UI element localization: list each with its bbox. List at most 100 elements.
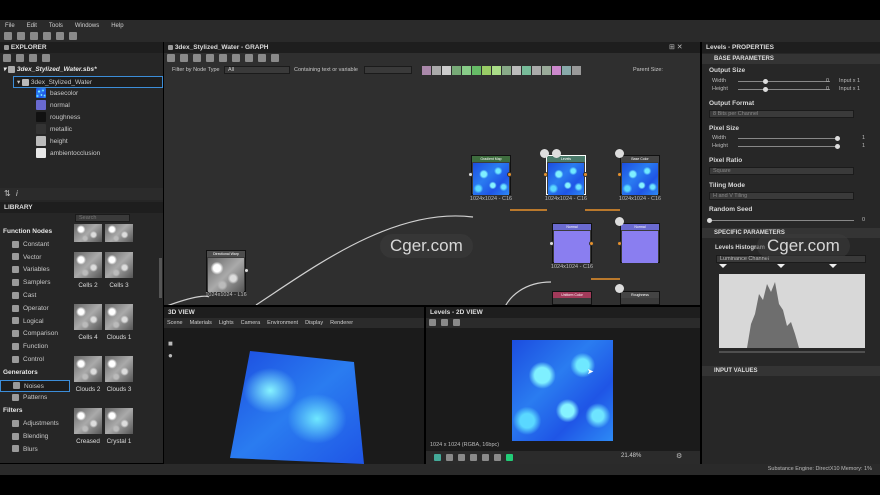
node-filter-icon[interactable] xyxy=(532,66,541,75)
library-item-blending[interactable]: Blending xyxy=(0,431,70,444)
pan-tool-icon[interactable] xyxy=(179,54,188,63)
comment-tool-icon[interactable] xyxy=(218,54,227,63)
node-filter-icon[interactable] xyxy=(512,66,521,75)
library-item-variables[interactable]: Variables xyxy=(0,264,70,277)
node-filter-icon[interactable] xyxy=(452,66,461,75)
output-width-slider[interactable] xyxy=(738,81,830,82)
library-search-input[interactable]: Search xyxy=(75,214,130,222)
input-port[interactable] xyxy=(617,172,622,177)
explorer-output-height[interactable]: height xyxy=(0,136,163,148)
node-normal[interactable]: Normal xyxy=(552,223,592,263)
node-filter-icon[interactable] xyxy=(552,66,561,75)
package-item[interactable]: ▾ 3dex_Stylized_Water.sbs* xyxy=(0,64,163,76)
contains-input[interactable] xyxy=(364,66,412,74)
node-roughness[interactable]: Roughness xyxy=(620,291,660,305)
tree-icon[interactable]: ⇅ xyxy=(4,189,11,198)
view2d-settings-icon[interactable]: ⚙ xyxy=(676,452,682,460)
select-tool-icon[interactable] xyxy=(167,54,175,63)
node-uniform-color[interactable]: Uniform Color xyxy=(552,291,592,305)
library-item-logical[interactable]: Logical xyxy=(0,316,70,329)
mid-input-marker[interactable] xyxy=(777,264,785,268)
library-thumbnail[interactable] xyxy=(105,224,133,242)
open-icon[interactable] xyxy=(16,32,25,41)
new-icon[interactable] xyxy=(4,32,12,41)
library-item-control[interactable]: Control xyxy=(0,354,70,367)
info-icon[interactable]: i xyxy=(16,189,18,198)
levels-histogram[interactable] xyxy=(719,264,865,354)
view2d-tool-icon[interactable] xyxy=(429,318,436,326)
node-normal-output[interactable]: Normal xyxy=(620,223,660,263)
explorer-output-basecolor[interactable]: basecolor xyxy=(0,88,163,100)
channel-icon[interactable] xyxy=(434,454,441,461)
explorer-output-ambientocclusion[interactable]: ambientocclusion xyxy=(0,148,163,160)
node-filter-icon[interactable] xyxy=(572,66,581,75)
menu-file[interactable]: File xyxy=(5,23,15,29)
redo-icon[interactable] xyxy=(68,32,77,41)
input-port[interactable] xyxy=(468,172,473,177)
view3d-menu-display[interactable]: Display xyxy=(305,320,323,326)
view2d-tool-icon[interactable] xyxy=(440,318,448,326)
library-item-blurs[interactable]: Blurs xyxy=(0,444,70,457)
library-scrollbar[interactable] xyxy=(159,258,162,298)
output-format-dropdown[interactable]: 8 Bits per Channel xyxy=(709,110,854,118)
node-filter-icon[interactable] xyxy=(432,66,441,75)
explorer-output-metallic[interactable]: metallic xyxy=(0,124,163,136)
graph-pin-close-icons[interactable]: ⊞ ✕ xyxy=(669,43,683,51)
grid-icon[interactable] xyxy=(457,454,465,461)
info-tool-icon[interactable] xyxy=(205,54,214,63)
explorer-output-roughness[interactable]: roughness xyxy=(0,112,163,124)
library-thumbnail[interactable] xyxy=(105,252,133,278)
node-gradient-map[interactable]: Gradient Map xyxy=(471,155,511,195)
node-filter-icon[interactable] xyxy=(542,66,551,75)
low-input-marker[interactable] xyxy=(719,264,727,268)
pixel-ratio-dropdown[interactable]: Square xyxy=(709,167,854,175)
save-icon[interactable] xyxy=(29,32,38,41)
library-item-operator[interactable]: Operator xyxy=(0,303,70,316)
explorer-output-normal[interactable]: normal xyxy=(0,100,163,112)
random-seed-knob[interactable] xyxy=(707,218,712,223)
save-all-icon[interactable] xyxy=(42,32,51,41)
menu-windows[interactable]: Windows xyxy=(75,23,99,29)
library-section-header[interactable]: Filters xyxy=(0,405,70,418)
library-thumbnail[interactable] xyxy=(105,304,133,330)
input-port[interactable] xyxy=(549,241,554,246)
high-input-marker[interactable] xyxy=(829,264,837,268)
pixel-width-slider[interactable] xyxy=(738,138,838,139)
output-port[interactable] xyxy=(507,172,512,177)
view2d-texture[interactable] xyxy=(512,340,613,441)
node-filter-icon[interactable] xyxy=(502,66,511,75)
color-icon[interactable] xyxy=(505,454,513,461)
explorer-open-icon[interactable] xyxy=(15,54,24,63)
node-filter-icon[interactable] xyxy=(482,66,491,75)
view3d-viewport[interactable] xyxy=(164,328,424,464)
view3d-menu-lights[interactable]: Lights xyxy=(219,320,234,326)
view3d-menu-camera[interactable]: Camera xyxy=(241,320,261,326)
input-values-section[interactable]: INPUT VALUES xyxy=(702,366,880,376)
view3d-menu-scene[interactable]: Scene xyxy=(167,320,183,326)
menu-tools[interactable]: Tools xyxy=(49,23,63,29)
node-filter-icon[interactable] xyxy=(492,66,501,75)
node-directional-warp[interactable]: Directional Warp xyxy=(206,250,246,292)
explorer-save-icon[interactable] xyxy=(28,54,37,63)
node-filter-icon[interactable] xyxy=(472,66,481,75)
align-tool-icon[interactable] xyxy=(244,54,253,63)
library-thumbnail[interactable] xyxy=(74,356,102,382)
view3d-menu-environment[interactable]: Environment xyxy=(267,320,298,326)
output-height-slider[interactable] xyxy=(738,89,830,90)
undo-icon[interactable] xyxy=(55,32,64,41)
library-section-header[interactable]: Generators xyxy=(0,367,70,380)
node-filter-icon[interactable] xyxy=(522,66,531,75)
view3d-menu-renderer[interactable]: Renderer xyxy=(330,320,353,326)
library-section-header[interactable]: Function Nodes xyxy=(0,226,70,239)
output-height-relative[interactable]: Input x 1 xyxy=(839,86,860,92)
library-thumbnail[interactable] xyxy=(74,224,102,242)
view3d-menu-materials[interactable]: Materials xyxy=(190,320,212,326)
library-thumbnail[interactable] xyxy=(105,408,133,434)
node-base-color[interactable]: Base Color xyxy=(620,155,660,195)
menu-help[interactable]: Help xyxy=(111,23,123,29)
output-port[interactable] xyxy=(589,241,594,246)
library-thumbnail[interactable] xyxy=(105,356,133,382)
library-item-adjustments[interactable]: Adjustments xyxy=(0,418,70,431)
library-item-constant[interactable]: Constant xyxy=(0,239,70,252)
node-filter-icon[interactable] xyxy=(562,66,571,75)
